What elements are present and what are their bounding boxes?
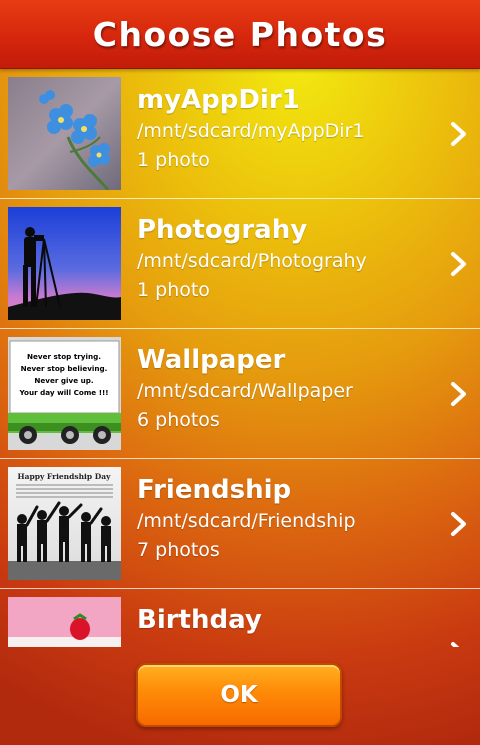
ok-button[interactable]: OK bbox=[136, 663, 342, 727]
album-info: Friendship /mnt/sdcard/Friendship 7 phot… bbox=[137, 473, 356, 565]
album-count: 6 photos bbox=[137, 409, 220, 431]
album-info: Photograhy /mnt/sdcard/Photograhy 1 phot… bbox=[137, 213, 367, 305]
album-name: Wallpaper bbox=[137, 345, 286, 375]
thumb-friendship-title: Happy Friendship Day bbox=[18, 472, 112, 481]
album-name: myAppDir1 bbox=[137, 85, 300, 115]
ok-button-label: OK bbox=[220, 682, 258, 708]
thumb-quote-line-4: Your day will Come !!! bbox=[18, 388, 108, 397]
chevron-right-icon[interactable] bbox=[450, 121, 468, 147]
album-name: Photograhy bbox=[137, 215, 308, 245]
thumb-quote-line-2: Never stop believing. bbox=[21, 364, 108, 373]
chevron-right-icon[interactable] bbox=[450, 511, 468, 537]
chevron-right-icon[interactable] bbox=[450, 381, 468, 407]
album-path: /mnt/sdcard/Wallpaper bbox=[137, 380, 353, 402]
page-title: Choose Photos bbox=[92, 14, 388, 54]
album-path: /mnt/sdcard/myAppDir1 bbox=[137, 120, 365, 142]
quote-truck-thumbnail: Never stop trying. Never stop believing.… bbox=[8, 337, 121, 450]
album-count: 1 photo bbox=[137, 149, 210, 171]
album-name: Friendship bbox=[137, 475, 292, 505]
photographer-silhouette-thumbnail bbox=[8, 207, 121, 320]
album-list[interactable]: myAppDir1 /mnt/sdcard/myAppDir1 1 photo bbox=[0, 69, 480, 647]
chevron-right-icon[interactable] bbox=[450, 641, 468, 647]
thumb-quote-line-1: Never stop trying. bbox=[27, 352, 101, 361]
album-path: /mnt/sdcard/Friendship bbox=[137, 510, 356, 532]
chevron-right-icon[interactable] bbox=[450, 251, 468, 277]
blue-flowers-thumbnail bbox=[8, 77, 121, 190]
album-row-birthday[interactable]: Birthday bbox=[0, 589, 480, 647]
album-row-photograhy[interactable]: Photograhy /mnt/sdcard/Photograhy 1 phot… bbox=[0, 199, 480, 329]
album-row-myappdir1[interactable]: myAppDir1 /mnt/sdcard/myAppDir1 1 photo bbox=[0, 69, 480, 199]
album-info: myAppDir1 /mnt/sdcard/myAppDir1 1 photo bbox=[137, 83, 364, 175]
friendship-silhouettes-thumbnail: Happy Friendship Day bbox=[8, 467, 121, 580]
album-count: 1 photo bbox=[137, 279, 210, 301]
thumb-quote-line-3: Never give up. bbox=[34, 376, 93, 385]
title-bar: Choose Photos bbox=[0, 0, 480, 69]
album-info: Birthday bbox=[137, 603, 262, 637]
album-name: Birthday bbox=[137, 605, 262, 635]
album-row-friendship[interactable]: Happy Friendship Day Friendship /mnt/sdc… bbox=[0, 459, 480, 589]
album-info: Wallpaper /mnt/sdcard/Wallpaper 6 photos bbox=[137, 343, 353, 435]
album-path: /mnt/sdcard/Photograhy bbox=[137, 250, 367, 272]
birthday-cake-thumbnail bbox=[8, 597, 121, 647]
album-count: 7 photos bbox=[137, 539, 220, 561]
album-row-wallpaper[interactable]: Never stop trying. Never stop believing.… bbox=[0, 329, 480, 459]
